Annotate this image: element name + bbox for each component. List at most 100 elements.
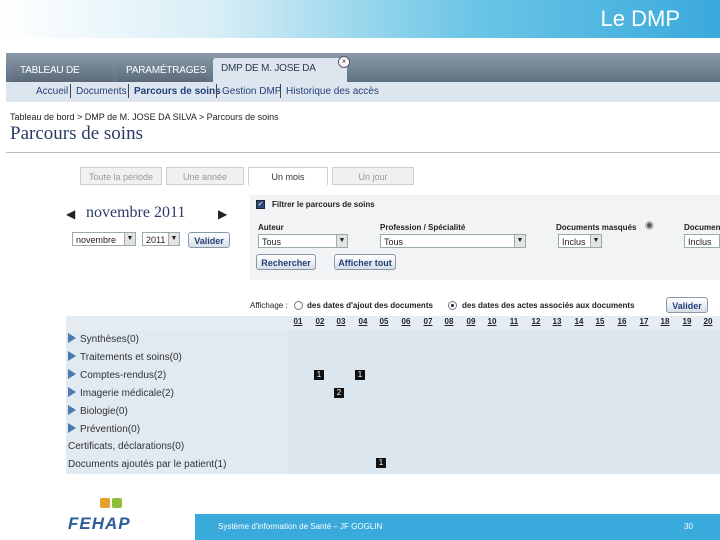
page-title: Parcours de soins	[10, 123, 143, 144]
documents-value: Inclus	[688, 237, 712, 247]
day-header[interactable]: 16	[613, 317, 631, 326]
row-biology[interactable]: Biologie(0)	[68, 405, 128, 417]
day-header[interactable]: 20	[699, 317, 717, 326]
documents-label: Documen	[684, 223, 720, 232]
profession-select[interactable]: Tous ▼	[380, 234, 526, 248]
doc-count-badge[interactable]: 1	[376, 458, 386, 468]
day-header[interactable]: 18	[656, 317, 674, 326]
year-select[interactable]: 2011 ▼	[142, 232, 180, 246]
validate-display-button[interactable]: Valider	[666, 297, 708, 313]
row-certificates[interactable]: Certificats, déclarations(0)	[68, 441, 184, 452]
row-label: Traitements et soins(0)	[80, 352, 182, 363]
row-imaging[interactable]: Imagerie médicale(2)	[68, 387, 174, 399]
day-header[interactable]: 10	[483, 317, 501, 326]
period-tab-month[interactable]: Un mois	[248, 167, 328, 185]
month-select-value: novembre	[76, 235, 117, 245]
subnav-separator	[280, 84, 281, 98]
chevron-down-icon: ▼	[168, 233, 179, 245]
subnav-access-history[interactable]: Historique des accès	[286, 86, 379, 97]
day-header[interactable]: 17	[635, 317, 653, 326]
subnav-dmp-management[interactable]: Gestion DMP	[222, 86, 281, 97]
year-select-value: 2011	[146, 235, 166, 245]
row-prevention[interactable]: Prévention(0)	[68, 423, 140, 435]
day-header[interactable]: 08	[440, 317, 458, 326]
period-tab-day[interactable]: Un jour	[332, 167, 414, 185]
row-label: Comptes-rendus(2)	[80, 370, 167, 381]
day-header[interactable]: 14	[570, 317, 588, 326]
period-tab-all[interactable]: Toute la période	[80, 167, 162, 185]
expand-triangle-icon	[68, 387, 76, 397]
breadcrumb[interactable]: Tableau de bord > DMP de M. JOSE DA SILV…	[10, 112, 279, 122]
logo-mark	[112, 498, 122, 508]
previous-month-icon[interactable]: ◀	[66, 207, 75, 221]
masked-docs-select[interactable]: Inclus ▼	[558, 234, 602, 248]
display-add-dates-label: des dates d'ajout des documents	[307, 301, 433, 310]
footer-text: Système d'information de Santé – JF GOGL…	[218, 522, 383, 531]
tab-settings[interactable]: PARAMÉTRAGES	[118, 60, 206, 82]
day-header[interactable]: 05	[375, 317, 393, 326]
row-label: Synthèses(0)	[80, 334, 139, 345]
period-tab-year[interactable]: Une année	[166, 167, 244, 185]
author-select[interactable]: Tous ▼	[258, 234, 348, 248]
display-act-dates-radio[interactable]	[448, 301, 457, 310]
divider	[6, 152, 720, 153]
day-header[interactable]: 09	[462, 317, 480, 326]
expand-triangle-icon	[68, 405, 76, 415]
row-patient-documents[interactable]: Documents ajoutés par le patient(1)	[68, 459, 226, 470]
filter-checkbox[interactable]: ✓	[256, 200, 265, 209]
search-button[interactable]: Rechercher	[256, 254, 316, 270]
day-header[interactable]: 07	[419, 317, 437, 326]
expand-triangle-icon	[68, 333, 76, 343]
day-header[interactable]: 13	[548, 317, 566, 326]
documents-select[interactable]: Inclus	[684, 234, 720, 248]
profession-label: Profession / Spécialité	[380, 223, 466, 232]
day-header[interactable]: 01	[289, 317, 307, 326]
page-number: 30	[684, 522, 693, 531]
subnav-documents[interactable]: Documents	[76, 86, 127, 97]
day-header[interactable]: 15	[591, 317, 609, 326]
month-select[interactable]: novembre ▼	[72, 232, 136, 246]
next-month-icon[interactable]: ▶	[218, 207, 227, 221]
expand-triangle-icon	[68, 423, 76, 433]
day-header[interactable]: 03	[332, 317, 350, 326]
row-label: Imagerie médicale(2)	[80, 388, 174, 399]
row-treatments[interactable]: Traitements et soins(0)	[68, 351, 182, 363]
logo-mark	[100, 498, 110, 508]
doc-count-badge[interactable]: 1	[314, 370, 324, 380]
masked-docs-value: Inclus	[562, 237, 586, 247]
day-header[interactable]: 19	[678, 317, 696, 326]
day-header[interactable]: 06	[397, 317, 415, 326]
masked-docs-label: Documents masqués	[556, 223, 637, 232]
doc-count-badge[interactable]: 1	[355, 370, 365, 380]
display-label: Affichage :	[250, 301, 288, 310]
author-value: Tous	[262, 237, 282, 247]
eye-icon[interactable]: ◉	[645, 220, 654, 231]
subnav-separator	[70, 84, 71, 98]
subnav-care-path[interactable]: Parcours de soins	[134, 86, 221, 97]
slide-title: Le DMP	[600, 6, 680, 31]
close-tab-icon[interactable]: ×	[338, 56, 350, 68]
subnav-separator	[216, 84, 217, 98]
tab-patient-dmp[interactable]: DMP DE M. JOSE DA SILVA	[213, 58, 347, 96]
display-add-dates-radio[interactable]	[294, 301, 303, 310]
profession-value: Tous	[384, 237, 404, 247]
row-syntheses[interactable]: Synthèses(0)	[68, 333, 139, 345]
day-header[interactable]: 12	[527, 317, 545, 326]
expand-triangle-icon	[68, 351, 76, 361]
day-header[interactable]: 02	[311, 317, 329, 326]
show-all-button[interactable]: Afficher tout	[334, 254, 396, 270]
expand-triangle-icon	[68, 369, 76, 379]
app-tab-bar	[6, 53, 720, 83]
validate-month-button[interactable]: Valider	[188, 232, 230, 248]
subnav-home[interactable]: Accueil	[36, 86, 68, 97]
row-reports[interactable]: Comptes-rendus(2)	[68, 369, 166, 381]
day-header[interactable]: 04	[354, 317, 372, 326]
filter-checkbox-label: Filtrer le parcours de soins	[272, 200, 375, 209]
subnav-separator	[128, 84, 129, 98]
tab-dashboard[interactable]: TABLEAU DE BORD	[12, 60, 112, 98]
month-label: novembre 2011	[86, 204, 186, 221]
row-label: Prévention(0)	[80, 424, 141, 435]
chevron-down-icon: ▼	[590, 235, 601, 247]
day-header[interactable]: 11	[505, 317, 523, 326]
doc-count-badge[interactable]: 2	[334, 388, 344, 398]
